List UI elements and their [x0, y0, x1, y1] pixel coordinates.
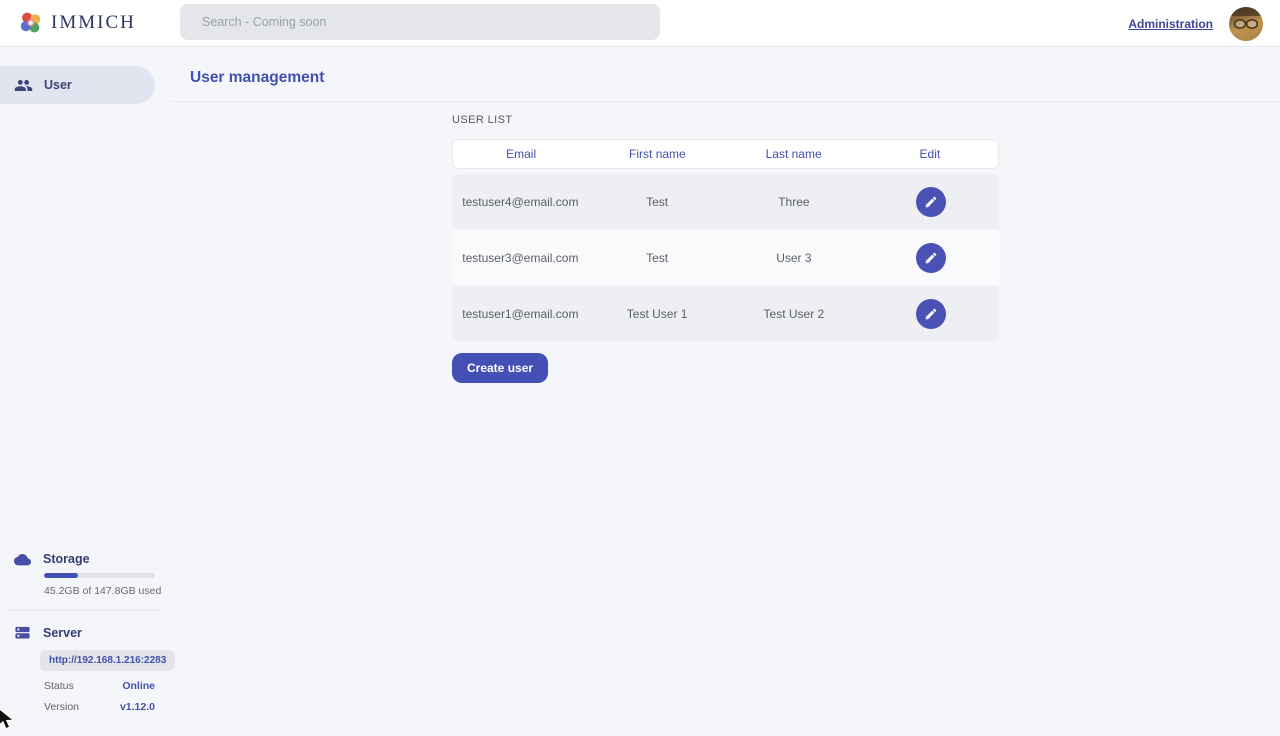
- version-value: v1.12.0: [120, 701, 155, 713]
- table-row: testuser1@email.com Test User 1 Test Use…: [452, 286, 999, 341]
- administration-link[interactable]: Administration: [1128, 17, 1213, 31]
- cell-first-name: Test: [589, 251, 726, 265]
- server-url-badge: http://192.168.1.216:2283: [40, 650, 175, 671]
- server-status-row: Status Online: [44, 680, 155, 692]
- page-title: User management: [190, 69, 1280, 87]
- cell-first-name: Test: [589, 195, 726, 209]
- group-icon: [14, 76, 33, 95]
- storage-progress-fill: [44, 573, 78, 578]
- avatar-shadow: [1229, 7, 1263, 16]
- sidebar-bottom: Storage 45.2GB of 147.8GB used Server: [0, 552, 171, 729]
- search-input[interactable]: [180, 4, 660, 40]
- storage-title: Storage: [43, 552, 90, 566]
- edit-user-button[interactable]: [916, 187, 946, 217]
- version-label: Version: [44, 701, 79, 713]
- cell-last-name: Test User 2: [726, 307, 863, 321]
- glasses-graphic: [1232, 17, 1260, 31]
- sidebar: User Storage 45.2GB of 147.8GB used: [0, 47, 171, 729]
- create-user-button[interactable]: Create user: [452, 353, 548, 383]
- pencil-icon: [924, 251, 938, 265]
- cell-last-name: Three: [726, 195, 863, 209]
- server-title: Server: [43, 626, 82, 640]
- server-version-row: Version v1.12.0: [44, 701, 155, 713]
- user-list-section-title: USER LIST: [452, 114, 999, 126]
- user-avatar[interactable]: [1229, 7, 1263, 41]
- topbar-right: Administration: [1128, 0, 1263, 47]
- search-bar: [180, 4, 660, 40]
- top-bar: IMMICH Administration: [0, 0, 1280, 47]
- immich-flower-logo-icon: [18, 10, 44, 36]
- cell-email: testuser3@email.com: [452, 251, 589, 265]
- cell-last-name: User 3: [726, 251, 863, 265]
- status-value: Online: [122, 680, 155, 692]
- status-label: Status: [44, 680, 74, 692]
- title-divider: [171, 101, 1280, 102]
- column-header-email: Email: [453, 147, 589, 161]
- storage-progress-bar: [44, 573, 155, 578]
- user-table-header: Email First name Last name Edit: [452, 139, 999, 169]
- storage-usage-text: 45.2GB of 147.8GB used: [44, 585, 171, 597]
- column-header-first-name: First name: [589, 147, 725, 161]
- pencil-icon: [924, 307, 938, 321]
- sidebar-item-user-label: User: [44, 78, 72, 92]
- pencil-icon: [924, 195, 938, 209]
- brand-name: IMMICH: [51, 12, 136, 34]
- storage-section-header: Storage: [0, 552, 171, 566]
- main-content: User management USER LIST Email First na…: [171, 47, 1280, 729]
- sidebar-item-user[interactable]: User: [0, 66, 155, 104]
- table-row: testuser4@email.com Test Three: [452, 174, 999, 229]
- sidebar-divider: [8, 610, 160, 611]
- cell-first-name: Test User 1: [589, 307, 726, 321]
- cloud-icon: [14, 552, 31, 566]
- table-row: testuser3@email.com Test User 3: [452, 230, 999, 285]
- brand: IMMICH: [18, 10, 136, 36]
- edit-user-button[interactable]: [916, 243, 946, 273]
- server-icon: [14, 624, 31, 641]
- cell-email: testuser1@email.com: [452, 307, 589, 321]
- user-table-body: testuser4@email.com Test Three testuser3…: [452, 174, 999, 341]
- edit-user-button[interactable]: [916, 299, 946, 329]
- cell-email: testuser4@email.com: [452, 195, 589, 209]
- column-header-edit: Edit: [862, 147, 998, 161]
- server-section-header: Server: [0, 624, 171, 641]
- column-header-last-name: Last name: [726, 147, 862, 161]
